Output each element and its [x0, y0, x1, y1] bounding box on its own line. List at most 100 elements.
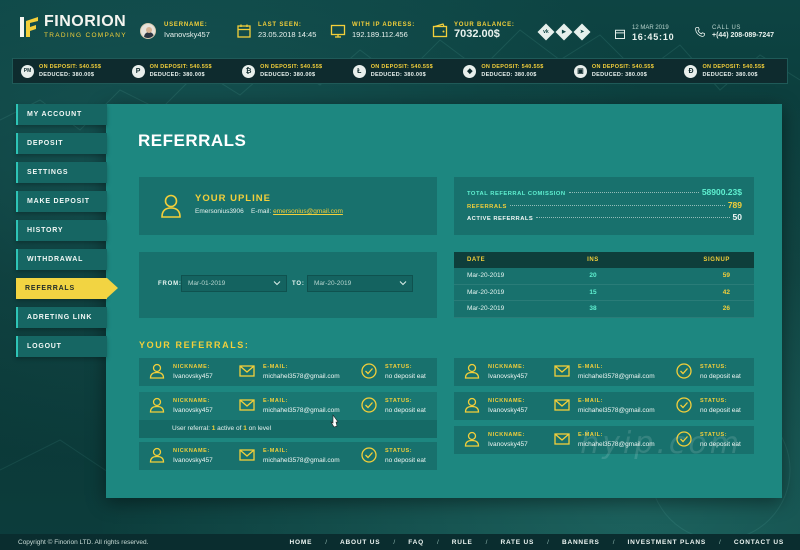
email-value: michahel3578@gmail.com	[578, 407, 655, 414]
table-row: Mar-20-2019 15 42	[454, 285, 754, 301]
cell-signup: 26	[722, 305, 730, 313]
email-value: michahel3578@gmail.com	[263, 373, 340, 380]
referral-card[interactable]: NICKNAME: Ivanovsky457 E-MAIL: michahel357…	[454, 392, 754, 420]
check-circle-icon	[361, 397, 377, 413]
active-referrals-row: ACTIVE REFERRALS 50	[467, 212, 742, 225]
check-circle-icon	[676, 363, 692, 379]
status-value: no deposit eat	[700, 373, 741, 380]
status-label: STATUS:	[700, 364, 728, 370]
footer-link-banners[interactable]: BANNERS	[562, 539, 600, 546]
envelope-icon	[239, 449, 255, 461]
vk-icon[interactable]: vk	[537, 23, 555, 41]
ticker-deduced: DEDUCED: 380.00$	[370, 72, 426, 78]
ticker-on-deposit: ON DEPOSIT: 540.55$	[39, 64, 102, 70]
referral-card[interactable]: NICKNAME: Ivanovsky457 E-MAIL: michahel357…	[454, 358, 754, 386]
status-value: no deposit eat	[385, 373, 426, 380]
username-label: USERNAME:	[164, 22, 208, 28]
nickname-label: NICKNAME:	[173, 364, 210, 370]
logo[interactable]: FINORION TRADING COMPANY	[18, 14, 127, 39]
cell-date: Mar-20-2019	[467, 272, 505, 280]
referral-card[interactable]: NICKNAME: Ivanovsky457 E-MAIL: michahel357…	[139, 358, 437, 386]
total-commission-row: TOTAL REFERRAL COMISSION 58900.23$	[467, 187, 742, 200]
chevron-down-icon	[273, 281, 281, 286]
total-commission-label: TOTAL REFERRAL COMISSION	[467, 191, 566, 197]
to-date-select[interactable]: Mar-20-2019	[307, 275, 413, 292]
nickname-label: NICKNAME:	[488, 432, 525, 438]
cell-date: Mar-20-2019	[467, 305, 505, 313]
sidebar-item-make-deposit[interactable]: MAKE DEPOSIT	[16, 191, 107, 212]
social-links: vk ▶ ➤	[537, 23, 591, 41]
sidebar-item-history[interactable]: HISTORY	[16, 220, 107, 241]
ticker-item: ₿ ON DEPOSIT: 540.55$ DEDUCED: 380.00$	[242, 64, 345, 78]
email-value: michahel3578@gmail.com	[263, 457, 340, 464]
referral-card-expanded[interactable]: NICKNAME: Ivanovsky457 E-MAIL: michahel357…	[139, 392, 437, 420]
footer-link-contact-us[interactable]: CONTACT US	[734, 539, 784, 546]
footer-link-faq[interactable]: FAQ	[408, 539, 424, 546]
datetime-info: 12 MAR 2019 16:45:10	[614, 25, 674, 42]
footer-link-rule[interactable]: RULE	[452, 539, 473, 546]
current-date: 12 MAR 2019	[632, 25, 669, 31]
user-icon	[464, 363, 480, 379]
date-filter-card: FROM: Mar-01-2019 TO: Mar-20-2019	[139, 252, 437, 318]
referral-stats-table: DATE INS SIGNUP Mar-20-2019 20 59 Mar-20…	[454, 252, 754, 318]
username-info: USERNAME: Ivanovsky457	[140, 22, 210, 39]
footer-link-about-us[interactable]: ABOUT US	[340, 539, 380, 546]
ticker-deduced: DEDUCED: 380.00$	[481, 72, 537, 78]
upline-email-link[interactable]: emersonius@gmail.com	[273, 208, 343, 215]
upline-details: Emersonius3906 E-mail: emersonius@gmail.…	[195, 208, 343, 215]
ticker-item: ▣ ON DEPOSIT: 540.55$ DEDUCED: 380.00$	[573, 64, 677, 78]
cell-ins: 20	[589, 272, 597, 280]
sidebar-item-my-account[interactable]: MY ACCOUNT	[16, 104, 107, 125]
status-label: STATUS:	[385, 364, 413, 370]
nickname-value: Ivanovsky457	[488, 407, 528, 414]
footer-link-rate-us[interactable]: RATE US	[500, 539, 534, 546]
footer-link-investment-plans[interactable]: INVESTMENT PLANS	[628, 539, 707, 546]
nickname-label: NICKNAME:	[488, 398, 525, 404]
perfect-money-icon: PM	[21, 64, 34, 78]
column-ins: INS	[587, 257, 599, 263]
user-icon	[464, 397, 480, 413]
cell-date: Mar-20-2019	[467, 288, 505, 296]
avatar[interactable]	[140, 22, 156, 39]
ip-value: 192.189.112.456	[352, 30, 408, 39]
ticker-item: Đ ON DEPOSIT: 540.55$ DEDUCED: 380.00$	[684, 64, 787, 78]
email-value: michahel3578@gmail.com	[263, 407, 340, 414]
ticker-on-deposit: ON DEPOSIT: 540.55$	[481, 64, 544, 70]
cell-ins: 15	[589, 288, 597, 296]
ethereum-icon: ◆	[463, 64, 477, 78]
balance-info: YOUR BALANCE: 7032.00$	[432, 22, 515, 40]
sidebar-item-withdrawal[interactable]: WITHDRAWAL	[16, 249, 107, 270]
sidebar-item-logout[interactable]: LOGOUT	[16, 336, 107, 357]
nickname-value: Ivanovsky457	[173, 407, 213, 414]
telegram-icon[interactable]: ➤	[573, 23, 591, 41]
referral-level-note: User referral: 1 active of 1 on level	[139, 420, 437, 438]
check-circle-icon	[361, 447, 377, 463]
current-time: 16:45:10	[632, 32, 675, 42]
youtube-icon[interactable]: ▶	[555, 23, 573, 41]
sidebar-item-adreting-link[interactable]: ADRETING LINK	[16, 307, 107, 328]
brand-name: FINORION	[44, 13, 127, 30]
ticker-deduced: DEDUCED: 380.00$	[702, 72, 758, 78]
sidebar-item-settings[interactable]: SETTINGS	[16, 162, 107, 183]
sidebar-item-referrals[interactable]: REFERRALS	[16, 278, 118, 299]
from-date-value: Mar-01-2019	[188, 280, 226, 287]
chevron-down-icon	[399, 281, 407, 286]
status-label: STATUS:	[385, 448, 413, 454]
nickname-label: NICKNAME:	[173, 398, 210, 404]
last-seen-value: 23.05.2018 14:45	[258, 30, 317, 39]
active-referrals-value: 50	[732, 212, 742, 222]
ip-label: WITH IP ADRESS:	[352, 22, 416, 28]
mouse-pointer-icon	[330, 414, 339, 428]
footer-link-home[interactable]: HOME	[290, 539, 313, 546]
dogecoin-icon: Đ	[684, 64, 698, 78]
envelope-icon	[239, 399, 255, 411]
from-date-select[interactable]: Mar-01-2019	[181, 275, 287, 292]
ip-info: WITH IP ADRESS: 192.189.112.456	[330, 22, 415, 39]
status-value: no deposit eat	[385, 457, 426, 464]
envelope-icon	[554, 399, 570, 411]
referral-card[interactable]: NICKNAME: Ivanovsky457 E-MAIL: michahel357…	[139, 442, 437, 470]
sidebar-item-deposit[interactable]: DEPOSIT	[16, 133, 107, 154]
check-circle-icon	[676, 397, 692, 413]
payeer-icon: P	[131, 64, 145, 78]
user-icon	[464, 431, 480, 447]
